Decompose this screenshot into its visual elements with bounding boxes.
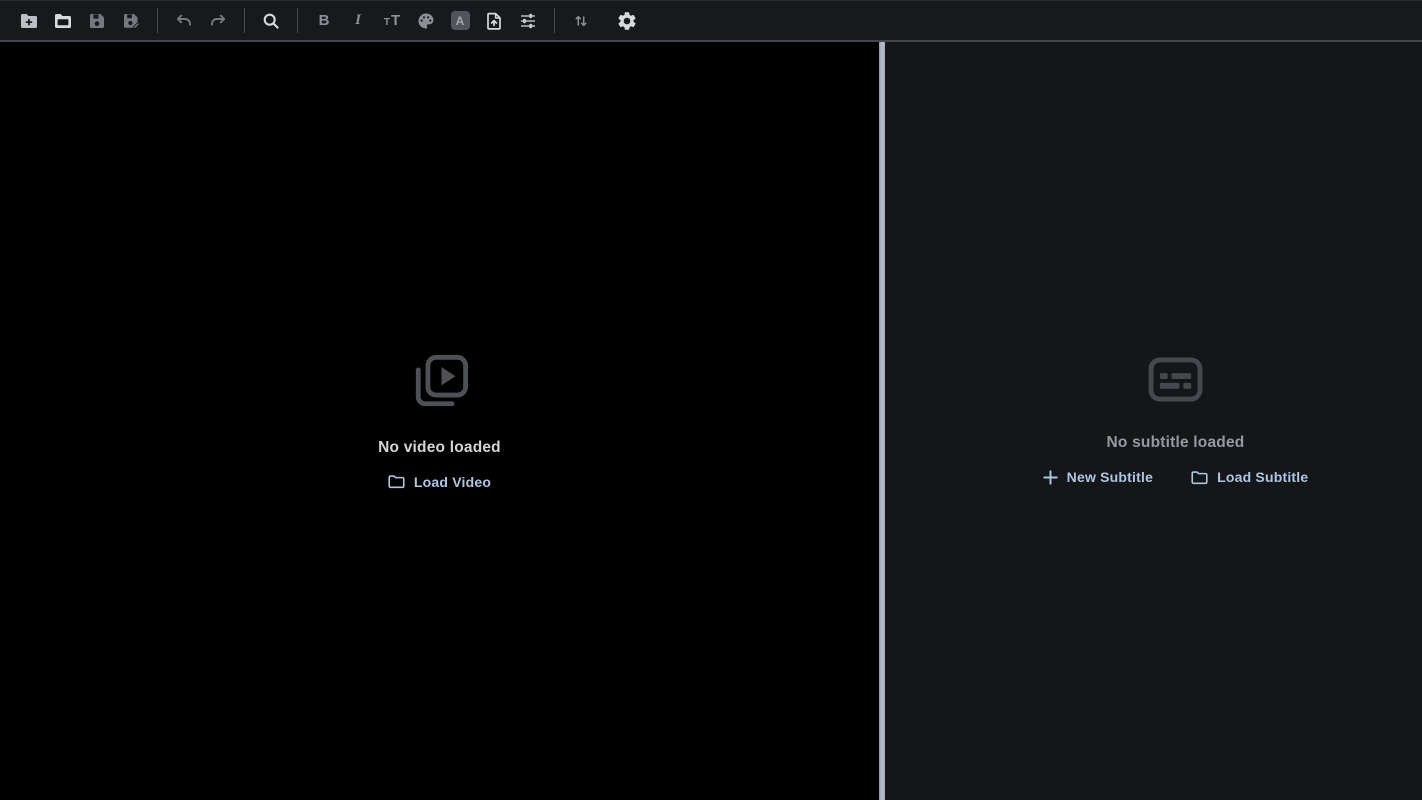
- toolbar-separator: [157, 8, 158, 33]
- plus-icon: [1042, 469, 1058, 485]
- palette-icon: [418, 13, 434, 28]
- new-project-button[interactable]: [14, 6, 44, 36]
- subtitle-empty-state: No subtitle loaded New Subtitle Load Sub…: [999, 357, 1309, 485]
- save-icon: [90, 13, 104, 28]
- toolbar-separator: [244, 8, 245, 33]
- new-subtitle-button[interactable]: New Subtitle: [1042, 469, 1154, 485]
- adjustments-button[interactable]: [513, 6, 543, 36]
- toolbar-separator: [297, 8, 298, 33]
- font-size-icon: TT: [383, 12, 401, 29]
- italic-button[interactable]: I: [343, 6, 373, 36]
- font-size-button[interactable]: TT: [377, 6, 407, 36]
- video-empty-state: No video loaded Load Video: [378, 353, 501, 490]
- folder-plus-icon: [21, 13, 37, 28]
- folder-icon: [388, 475, 405, 489]
- text-color-button[interactable]: [411, 6, 441, 36]
- load-video-label: Load Video: [413, 473, 492, 490]
- video-empty-title: No video loaded: [378, 438, 501, 456]
- import-export-button[interactable]: [479, 6, 509, 36]
- save-as-button[interactable]: [116, 6, 146, 36]
- toolbar: B I TT A: [0, 0, 1422, 42]
- subtitle-empty-title: No subtitle loaded: [1106, 434, 1245, 451]
- italic-icon: I: [355, 12, 361, 28]
- redo-button[interactable]: [203, 6, 233, 36]
- search-button[interactable]: [256, 6, 286, 36]
- sliders-icon: [521, 13, 535, 28]
- folder-icon: [1191, 470, 1208, 484]
- subtitle-actions: New Subtitle Load Subtitle: [1042, 469, 1309, 485]
- arrows-up-down-icon: [575, 15, 587, 26]
- toolbar-separator: [554, 8, 555, 33]
- undo-button[interactable]: [169, 6, 199, 36]
- text-background-button[interactable]: A: [445, 6, 475, 36]
- main-area: No video loaded Load Video No subtitle l…: [0, 42, 1422, 800]
- folder-open-icon: [55, 13, 71, 28]
- save-edit-icon: [124, 13, 141, 29]
- redo-icon: [211, 14, 226, 26]
- video-panel: No video loaded Load Video: [0, 42, 879, 800]
- search-icon: [263, 13, 279, 29]
- subtitle-panel: No subtitle loaded New Subtitle Load Sub…: [885, 42, 1422, 800]
- video-library-icon: [415, 354, 468, 406]
- bold-button[interactable]: B: [309, 6, 339, 36]
- settings-button[interactable]: [612, 6, 642, 36]
- load-subtitle-label: Load Subtitle: [1217, 469, 1309, 485]
- load-video-button[interactable]: Load Video: [388, 474, 491, 490]
- sort-button[interactable]: [566, 6, 596, 36]
- undo-icon: [176, 14, 191, 26]
- save-button[interactable]: [82, 6, 112, 36]
- gear-icon: [618, 11, 636, 30]
- load-subtitle-button[interactable]: Load Subtitle: [1191, 469, 1308, 485]
- open-button[interactable]: [48, 6, 78, 36]
- file-up-icon: [487, 12, 501, 30]
- letter-box-icon: A: [450, 11, 470, 30]
- new-subtitle-label: New Subtitle: [1066, 469, 1154, 485]
- bold-icon: B: [318, 12, 330, 29]
- subtitles-icon: [1148, 357, 1203, 402]
